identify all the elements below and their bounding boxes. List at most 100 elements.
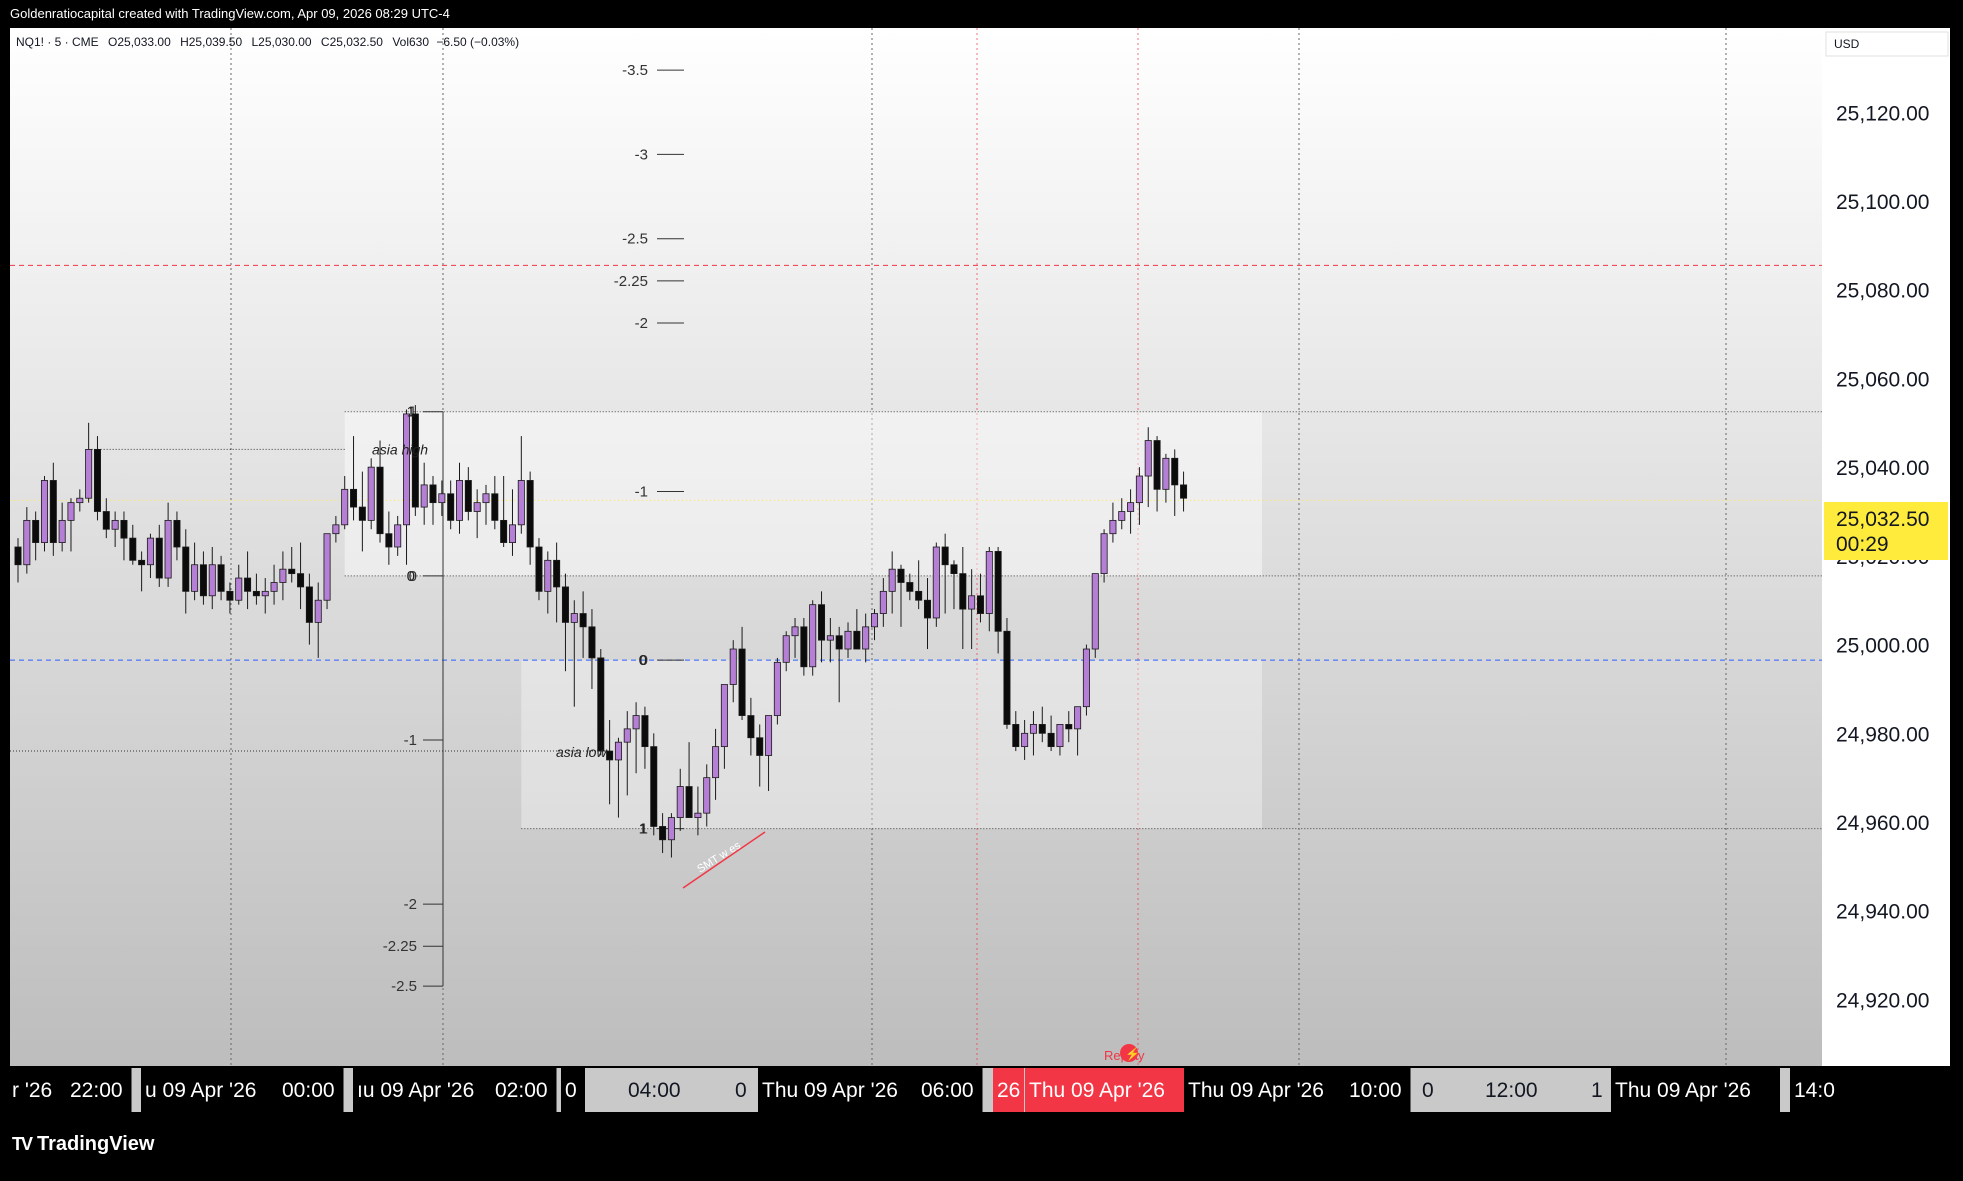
symbol-legend[interactable]: NQ1! · 5 · CME O25,033.00 H25,039.50 L25… [16, 35, 519, 49]
candle-body[interactable] [411, 413, 419, 508]
candle-body[interactable] [23, 519, 31, 566]
candle-body[interactable] [288, 568, 296, 575]
candle-body[interactable] [923, 599, 931, 619]
time-tick-label[interactable]: 0 [565, 1079, 577, 1102]
candle-body[interactable] [1135, 475, 1143, 504]
candle-body[interactable] [49, 480, 57, 543]
candle-body[interactable] [482, 493, 490, 504]
candle-body[interactable] [720, 684, 728, 748]
candle-body[interactable] [676, 786, 684, 818]
candle-body[interactable] [120, 519, 128, 539]
candle-body[interactable] [403, 413, 411, 526]
candle-body[interactable] [959, 573, 967, 610]
candle-body[interactable] [685, 786, 693, 818]
candle-body[interactable] [58, 519, 66, 543]
candle-body[interactable] [1012, 724, 1020, 748]
candle-body[interactable] [14, 546, 22, 566]
candle-body[interactable] [314, 599, 322, 623]
candle-body[interactable] [597, 657, 605, 752]
candle-body[interactable] [473, 502, 481, 512]
candle-body[interactable] [226, 590, 234, 601]
candle-body[interactable] [341, 488, 349, 526]
candle-body[interactable] [297, 573, 305, 588]
candle-body[interactable] [659, 826, 667, 841]
candle-body[interactable] [976, 595, 984, 614]
candle-body[interactable] [1056, 724, 1064, 748]
candle-body[interactable] [394, 524, 402, 548]
candle-body[interactable] [173, 519, 181, 548]
time-tick-label[interactable]: r '26 [12, 1079, 52, 1102]
candle-body[interactable] [464, 480, 472, 512]
candle-body[interactable] [1180, 484, 1188, 499]
candle-body[interactable] [553, 559, 561, 588]
candle-body[interactable] [429, 484, 437, 504]
candle-body[interactable] [747, 715, 755, 739]
candle-body[interactable] [358, 506, 366, 521]
candle-body[interactable] [1082, 648, 1090, 708]
candle-body[interactable] [508, 524, 516, 543]
candle-body[interactable] [367, 466, 375, 521]
candle-body[interactable] [146, 537, 154, 566]
candle-body[interactable] [941, 546, 949, 566]
time-tick-label[interactable]: 06:00 [921, 1079, 974, 1102]
candle-body[interactable] [729, 648, 737, 685]
candle-body[interactable] [561, 586, 569, 623]
candle-body[interactable] [1021, 732, 1029, 748]
candle-body[interactable] [332, 524, 340, 535]
candle-body[interactable] [588, 626, 596, 659]
candle-body[interactable] [994, 551, 1002, 632]
candle-body[interactable] [191, 564, 199, 592]
candle-body[interactable] [76, 497, 84, 504]
candle-body[interactable] [261, 590, 269, 597]
candle-body[interactable] [765, 715, 773, 756]
candle-body[interactable] [182, 546, 190, 592]
candle-body[interactable] [950, 564, 958, 575]
candle-body[interactable] [1109, 519, 1117, 535]
candle-body[interactable] [897, 568, 905, 583]
candle-body[interactable] [40, 480, 48, 543]
candle-body[interactable] [915, 590, 923, 601]
candle-body[interactable] [667, 817, 675, 841]
time-tick-label[interactable]: ıu 09 Apr '26 [357, 1079, 474, 1102]
candle-body[interactable] [623, 728, 631, 743]
time-tick-label[interactable]: 14:0 [1794, 1079, 1835, 1102]
time-tick-label[interactable]: 26 [997, 1079, 1020, 1102]
candle-body[interactable] [1144, 440, 1152, 477]
time-tick-label[interactable]: 12:00 [1485, 1079, 1538, 1102]
candlestick-chart[interactable]: 1 0 -1 -2 -2.25 -2.5 0 1 -1 -2 -2.25 -2.5 -3 -3.5 asi… [0, 0, 1963, 1176]
candle-body[interactable] [32, 519, 40, 543]
candle-body[interactable] [1065, 724, 1073, 730]
candle-body[interactable] [1038, 724, 1046, 734]
candle-body[interactable] [420, 484, 428, 508]
candle-body[interactable] [155, 537, 163, 579]
candle-body[interactable] [93, 449, 101, 512]
candle-body[interactable] [862, 626, 870, 650]
time-tick-label[interactable]: 0 [1422, 1079, 1434, 1102]
candle-body[interactable] [1153, 440, 1161, 490]
candle-body[interactable] [544, 559, 552, 592]
candle-body[interactable] [517, 480, 525, 526]
candle-body[interactable] [871, 613, 879, 628]
candle-body[interactable] [208, 564, 216, 597]
time-tick-label[interactable]: Thu 09 Apr '26 [1615, 1079, 1751, 1102]
time-tick-label[interactable]: 00:00 [282, 1079, 335, 1102]
time-tick-label[interactable]: Thu 09 Apr '26 [762, 1079, 898, 1102]
candle-body[interactable] [614, 741, 622, 761]
time-tick-label[interactable]: 22:00 [70, 1079, 123, 1102]
tradingview-logo[interactable]: TV TradingView [12, 1133, 154, 1156]
candle-body[interactable] [1047, 732, 1055, 748]
candle-body[interactable] [809, 604, 817, 668]
candle-body[interactable] [235, 577, 243, 601]
candle-body[interactable] [129, 537, 137, 561]
time-tick-label[interactable]: Thu 09 Apr '26 [1029, 1079, 1165, 1102]
candle-body[interactable] [579, 613, 587, 628]
candle-body[interactable] [879, 590, 887, 614]
candle-body[interactable] [853, 630, 861, 650]
candle-body[interactable] [438, 493, 446, 504]
candle-body[interactable] [252, 590, 260, 597]
candle-body[interactable] [1162, 457, 1170, 490]
time-tick-label[interactable]: 10:00 [1349, 1079, 1402, 1102]
time-tick-label[interactable]: 1 [1591, 1079, 1603, 1102]
candle-body[interactable] [447, 493, 455, 521]
candle-body[interactable] [270, 582, 278, 592]
